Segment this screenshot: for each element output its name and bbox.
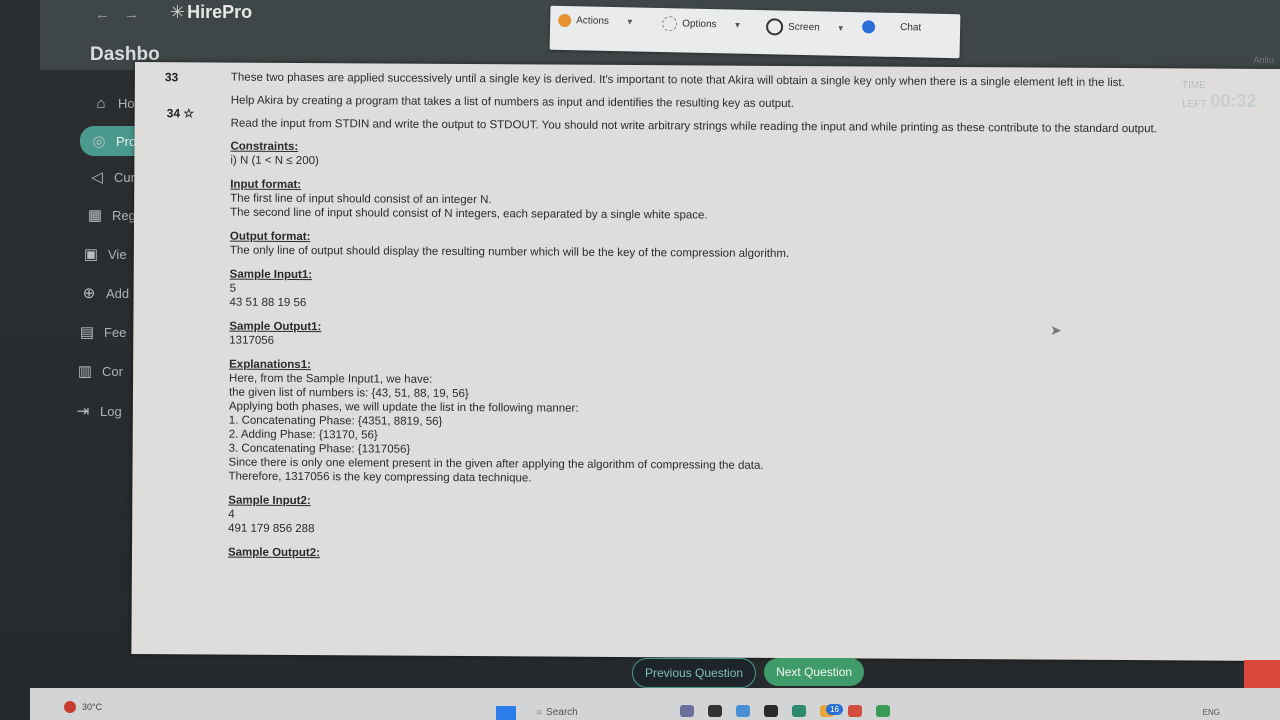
alert-tab[interactable] (1244, 660, 1280, 690)
weather-temp: 30°C (82, 702, 103, 712)
input-format-section: Input format: The first line of input sh… (230, 178, 1270, 226)
sidebar-item-home[interactable]: ⌂ Hor (92, 94, 138, 112)
problem-paragraph: Help Akira by creating a program that ta… (230, 94, 794, 111)
taskbar-app-icons (680, 705, 890, 717)
question-navigation: Previous Question Next Question (632, 658, 865, 688)
sidebar-item-label: Cur (114, 169, 135, 185)
forward-icon[interactable]: → (124, 6, 153, 23)
speaker-icon: ◁ (91, 169, 103, 186)
question-panel: 33 34 ☆ These two phases are applied suc… (131, 62, 1280, 662)
sidebar-item-label: Log (100, 403, 122, 419)
chat-label: Chat (900, 22, 922, 34)
sidebar-item-register[interactable]: ▦ Reg (86, 206, 136, 224)
options-menu[interactable]: Options ▼ (661, 16, 742, 33)
gear-icon (661, 16, 678, 32)
sample-input1-section: Sample Input1: 5 43 51 88 19 56 (229, 268, 1269, 316)
user-name: Anitu (1253, 55, 1274, 65)
time-left: TIME LEFT 00:32 (1182, 80, 1280, 112)
sidebar-item-view[interactable]: ▣ Vie (82, 245, 127, 263)
previous-question-button[interactable]: Previous Question (632, 658, 757, 688)
explanations1-section: Explanations1: Here, from the Sample Inp… (228, 358, 1269, 490)
windows-start-icon[interactable] (496, 706, 516, 720)
brand-name: HirePro (187, 2, 253, 22)
chevron-down-icon: ▼ (733, 20, 742, 30)
sidebar-item-label: Pro (116, 133, 137, 149)
mouse-pointer-icon: ➤ (1050, 322, 1062, 338)
back-icon[interactable]: ← (95, 6, 124, 23)
app-icon[interactable] (848, 705, 862, 717)
taskbar-search[interactable]: ○ Search (536, 707, 578, 718)
sidebar-item-add[interactable]: ⊕ Add (80, 284, 129, 302)
screen-label: Screen (787, 21, 820, 34)
app-icon[interactable] (792, 705, 806, 717)
search-icon: ○ (536, 707, 543, 718)
sample-input2-section: Sample Input2: 4 491 179 856 288 (228, 494, 1268, 542)
question-number-label: 34 (166, 106, 181, 121)
brand-logo: ✳ HirePro (170, 2, 252, 23)
problem-paragraph: Read the input from STDIN and write the … (230, 117, 1157, 136)
screen: ←→ ✳ HirePro Actions ▼ Options ▼ Screen ▼… (0, 0, 1280, 720)
question-number-33[interactable]: 33 (165, 70, 195, 84)
sample-output2-section: Sample Output2: (228, 546, 1268, 566)
sidebar-item-current[interactable]: ◁ Cur (88, 168, 135, 186)
constraints-section: Constraints: i) N (1 < N ≤ 200) (230, 140, 1270, 174)
screen-icon (765, 18, 784, 36)
chevron-down-icon: ▼ (625, 17, 634, 27)
question-numbers: 33 34 ☆ (165, 70, 195, 142)
sidebar-item-label: Reg (112, 207, 136, 223)
sidebar-item-contact[interactable]: ▥ Cor (76, 362, 123, 380)
proctor-toolbar: Actions ▼ Options ▼ Screen ▼ Chat (549, 5, 961, 59)
time-left-label: TIME LEFT (1182, 80, 1207, 110)
question-number-34[interactable]: 34 ☆ (167, 106, 195, 120)
sidebar-item-label: Add (106, 285, 130, 301)
sidebar-item-label: Vie (108, 246, 127, 262)
sample-output2-heading: Sample Output2: (227, 546, 321, 560)
chevron-down-icon: ▼ (836, 23, 845, 33)
app-icon[interactable] (680, 705, 694, 717)
building-icon: ▦ (87, 207, 103, 224)
sidebar-item-feedback[interactable]: ▤ Fee (78, 323, 127, 341)
screen-menu[interactable]: Screen ▼ (765, 18, 845, 37)
os-taskbar: 30°C ○ Search 16 ENG (30, 688, 1280, 720)
actions-menu[interactable]: Actions ▼ (558, 13, 634, 29)
actions-label: Actions (576, 15, 610, 27)
document-icon: ▤ (79, 324, 95, 341)
plus-circle-icon: ⊕ (82, 285, 96, 302)
brand-star-icon: ✳ (170, 2, 186, 22)
sidebar-item-label: Fee (104, 324, 127, 340)
logout-icon: ⇥ (76, 403, 90, 420)
chrome-icon[interactable] (876, 705, 890, 717)
notification-badge: 16 (826, 704, 843, 715)
sample-output1-section: Sample Output1: 1317056 (229, 320, 1269, 354)
home-icon: ⌂ (96, 94, 106, 112)
next-question-button[interactable]: Next Question (764, 658, 865, 686)
time-left-value: 00:32 (1210, 91, 1257, 111)
options-label: Options (682, 18, 717, 31)
actions-icon (558, 13, 572, 28)
bookmark-star-icon[interactable]: ☆ (183, 106, 194, 120)
problem-paragraph: These two phases are applied successivel… (230, 71, 1125, 90)
problem-statement: These two phases are applied successivel… (228, 71, 1271, 576)
inbox-icon: ▣ (83, 246, 99, 263)
language-indicator[interactable]: ENG (1203, 708, 1220, 717)
app-icon[interactable] (764, 705, 778, 717)
weather-widget[interactable]: 30°C (64, 701, 102, 713)
app-icon[interactable] (736, 705, 750, 717)
user-circle-icon: ◎ (92, 133, 106, 150)
sidebar-item-label: Cor (102, 363, 123, 379)
weather-alert-icon (64, 701, 76, 713)
sidebar-item-logout[interactable]: ⇥ Log (74, 402, 122, 420)
output-format-section: Output format: The only line of output s… (230, 230, 1270, 264)
search-placeholder: Search (546, 707, 578, 718)
app-icon[interactable] (708, 705, 722, 717)
clipboard-icon: ▥ (77, 363, 93, 380)
chat-icon (861, 20, 876, 34)
chat-button[interactable]: Chat (861, 20, 922, 34)
browser-nav: ←→ (95, 6, 153, 23)
